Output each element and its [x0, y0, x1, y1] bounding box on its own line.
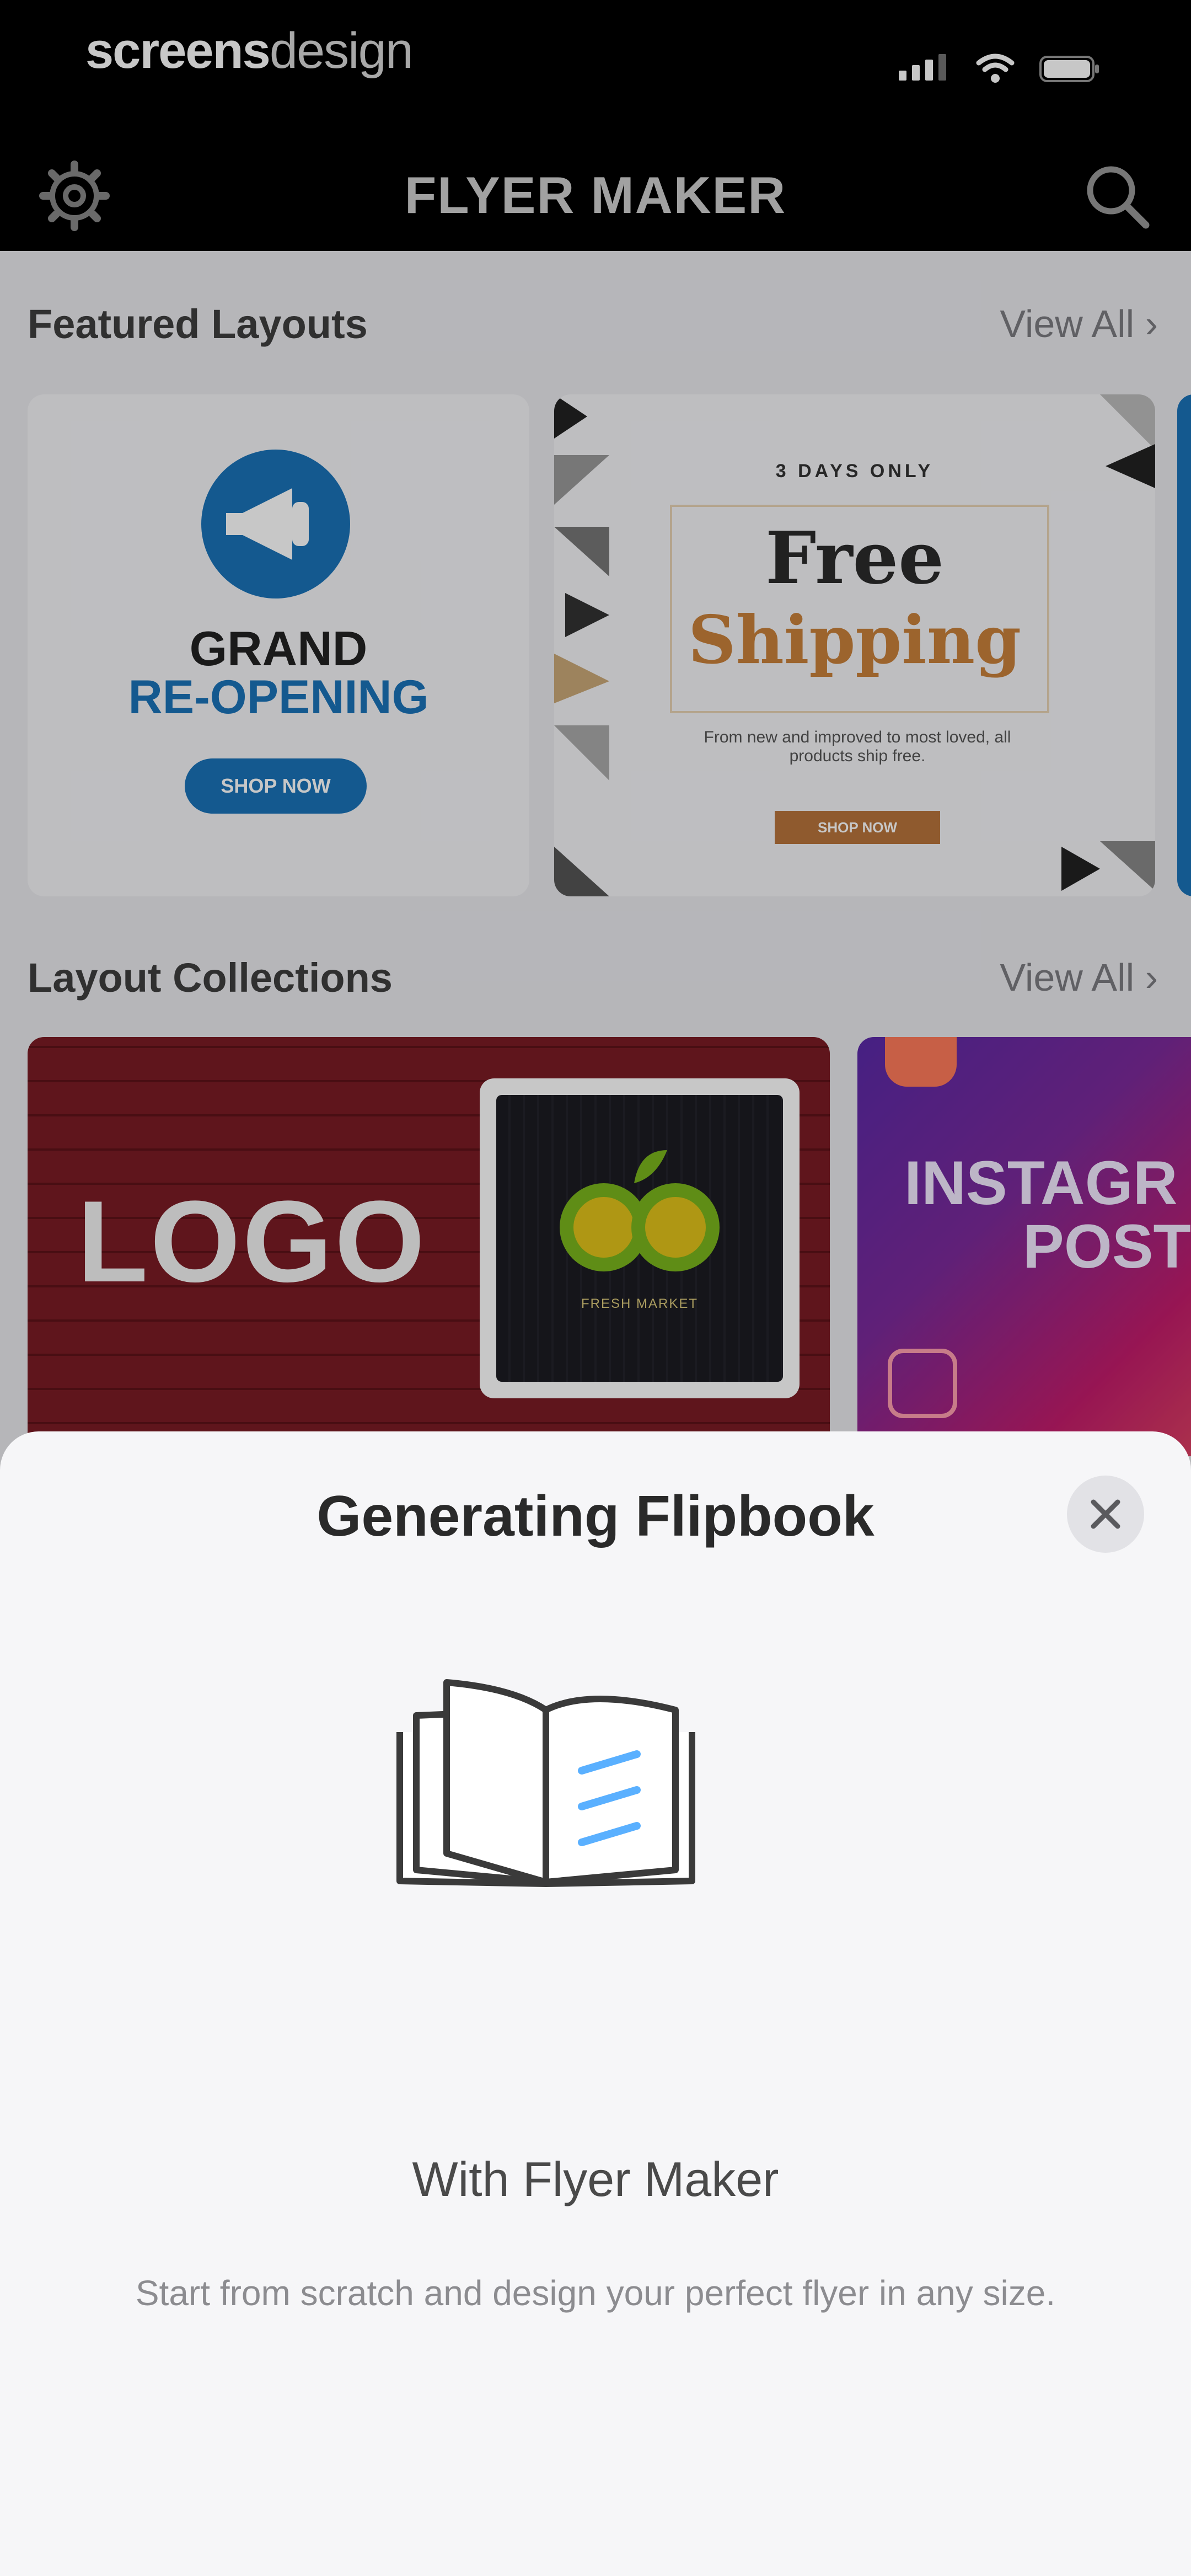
- close-button[interactable]: [1067, 1476, 1144, 1553]
- open-book-icon: [396, 1679, 695, 1887]
- close-icon: [1091, 1499, 1120, 1529]
- sheet-title: Generating Flipbook: [316, 1484, 875, 1548]
- sheet-subtitle: With Flyer Maker: [412, 2152, 779, 2206]
- bottom-sheet: Generating Flipbook With Flyer Maker Sta…: [0, 1431, 1191, 2576]
- sheet-description: Start from scratch and design your perfe…: [135, 2273, 1056, 2313]
